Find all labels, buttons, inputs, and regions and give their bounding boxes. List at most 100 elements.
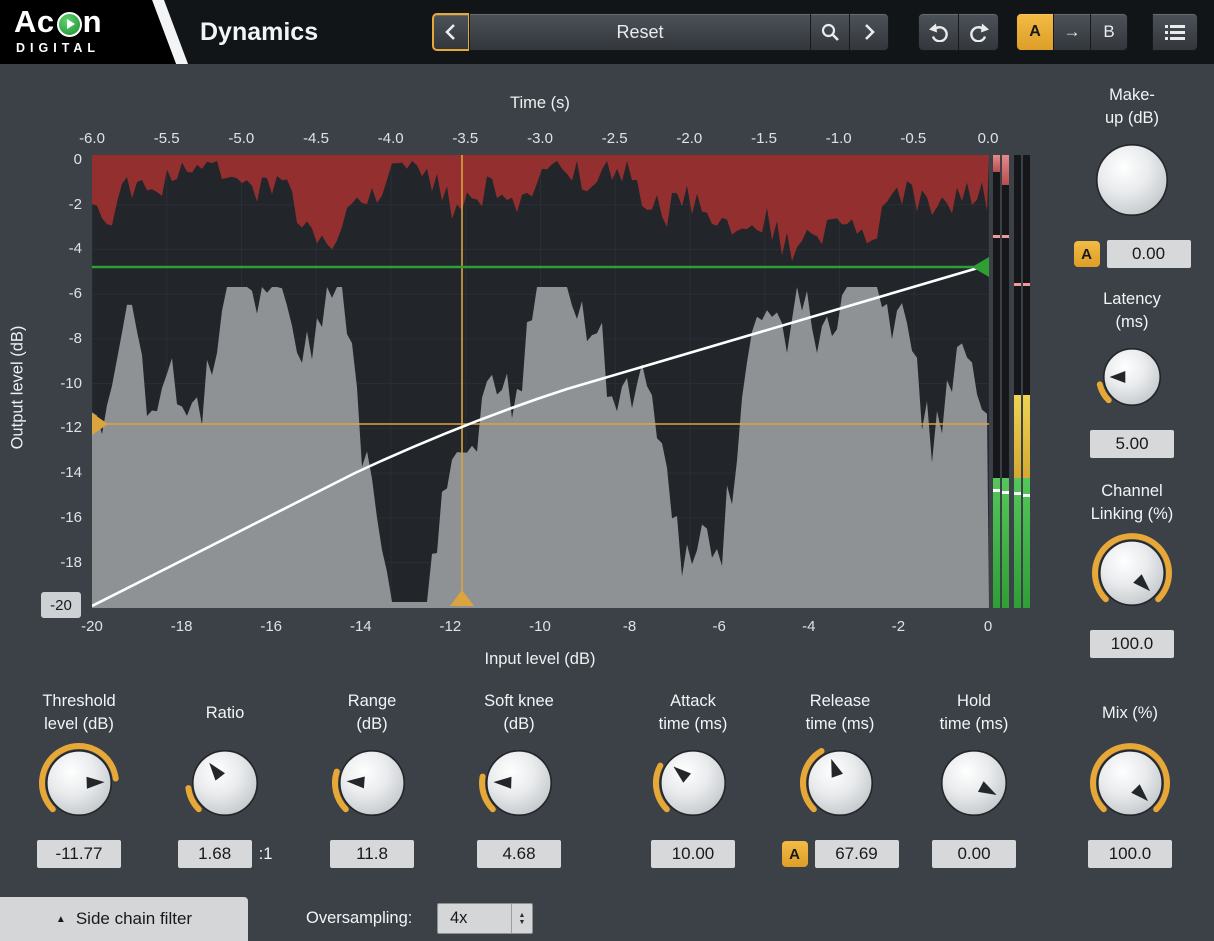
undo-icon bbox=[928, 23, 950, 42]
ab-copy-arrow-button[interactable]: → bbox=[1053, 13, 1091, 51]
makeup-value[interactable]: 0.00 bbox=[1107, 240, 1191, 268]
preset-prev-button[interactable] bbox=[432, 13, 470, 51]
output-ceiling-handle bbox=[972, 257, 989, 277]
undo-redo-group bbox=[918, 13, 999, 51]
release-control: Releasetime (ms) A 67.69 bbox=[770, 690, 910, 868]
range-control: Range(dB) 11.8 bbox=[302, 690, 442, 868]
release-knob[interactable] bbox=[799, 742, 881, 829]
meter-track bbox=[1014, 155, 1021, 608]
hold-value[interactable]: 0.00 bbox=[932, 840, 1016, 868]
tick-label: -18 bbox=[160, 618, 204, 635]
tick-label: -10 bbox=[28, 375, 82, 392]
side-chain-filter-button[interactable]: ▲ Side chain filter bbox=[0, 897, 248, 941]
input-axis-ticks: -20-18-16-14-12-10-8-6-4-20 bbox=[0, 618, 1214, 638]
tick-label: -20 bbox=[70, 618, 114, 635]
tick-label: -4.0 bbox=[369, 130, 413, 147]
preset-search-button[interactable] bbox=[810, 13, 850, 51]
release-automation-badge[interactable]: A bbox=[782, 841, 808, 867]
tick-label: -2.5 bbox=[593, 130, 637, 147]
tick-label: -4.5 bbox=[294, 130, 338, 147]
tick-label: -5.5 bbox=[145, 130, 189, 147]
tick-label: -2 bbox=[28, 196, 82, 213]
threshold-control: Thresholdlevel (dB) -11.77 bbox=[9, 690, 149, 868]
attack-knob[interactable] bbox=[652, 742, 734, 829]
makeup-automation-badge[interactable]: A bbox=[1074, 241, 1100, 267]
mix-knob[interactable] bbox=[1089, 742, 1171, 829]
tick-label: -1.0 bbox=[817, 130, 861, 147]
channel-linking-value[interactable]: 100.0 bbox=[1090, 630, 1174, 658]
preset-next-button[interactable] bbox=[849, 13, 889, 51]
ab-compare-group: A → B bbox=[1016, 13, 1128, 51]
release-value[interactable]: 67.69 bbox=[815, 840, 899, 868]
ab-b-button[interactable]: B bbox=[1090, 13, 1128, 51]
transfer-curve-canvas[interactable] bbox=[92, 155, 989, 608]
tick-label: -18 bbox=[28, 554, 82, 571]
menu-button[interactable] bbox=[1152, 13, 1198, 51]
ratio-value[interactable]: 1.68 bbox=[178, 840, 252, 868]
tick-label: -4 bbox=[28, 240, 82, 257]
preset-group: Reset bbox=[432, 13, 889, 51]
ratio-control: Ratio 1.68 :1 bbox=[155, 690, 295, 868]
page-title: Dynamics bbox=[200, 0, 318, 64]
hold-control: Holdtime (ms) 0.00 bbox=[904, 690, 1044, 868]
tick-label: -12 bbox=[428, 618, 472, 635]
input-axis-title: Input level (dB) bbox=[440, 650, 640, 669]
oversampling-value: 4x bbox=[438, 904, 511, 933]
tick-label: -5.0 bbox=[219, 130, 263, 147]
ab-a-button[interactable]: A bbox=[1016, 13, 1054, 51]
tick-label: -8 bbox=[608, 618, 652, 635]
redo-icon bbox=[968, 23, 990, 42]
makeup-label: Make-up (dB) bbox=[1105, 84, 1159, 130]
output-min-badge[interactable]: -20 bbox=[41, 592, 81, 618]
collapse-triangle-icon: ▲ bbox=[56, 914, 66, 925]
menu-group bbox=[1152, 13, 1198, 51]
output-axis-title: Output level (dB) bbox=[9, 308, 28, 468]
mix-control: Mix (%) 100.0 bbox=[1060, 690, 1200, 868]
latency-value[interactable]: 5.00 bbox=[1090, 430, 1174, 458]
ratio-suffix: :1 bbox=[259, 845, 273, 864]
latency-control: Latency(ms) 5.00 bbox=[1062, 288, 1202, 458]
dynamics-transfer-plot[interactable] bbox=[92, 155, 989, 608]
chevron-left-icon bbox=[443, 22, 459, 42]
list-menu-icon bbox=[1165, 24, 1185, 40]
tick-label: -2.0 bbox=[667, 130, 711, 147]
oversampling-label: Oversampling: bbox=[306, 903, 412, 934]
hold-knob[interactable] bbox=[933, 742, 1015, 829]
chevron-right-icon bbox=[861, 22, 877, 42]
oversampling-select[interactable]: 4x ▲▼ bbox=[437, 903, 533, 934]
redo-button[interactable] bbox=[958, 13, 999, 51]
ratio-knob[interactable] bbox=[184, 742, 266, 829]
soft-knee-value[interactable]: 4.68 bbox=[477, 840, 561, 868]
tick-label: 0 bbox=[28, 151, 82, 168]
meter-track bbox=[993, 155, 1000, 608]
soft-knee-knob[interactable] bbox=[478, 742, 560, 829]
undo-button[interactable] bbox=[918, 13, 959, 51]
makeup-knob[interactable] bbox=[1088, 136, 1176, 229]
latency-knob[interactable] bbox=[1095, 340, 1169, 419]
threshold-value[interactable]: -11.77 bbox=[37, 840, 121, 868]
meter-track bbox=[1023, 155, 1030, 608]
soft-knee-control: Soft knee(dB) 4.68 bbox=[449, 690, 589, 868]
tick-label: -0.5 bbox=[891, 130, 935, 147]
range-value[interactable]: 11.8 bbox=[330, 840, 414, 868]
tick-label: -2 bbox=[876, 618, 920, 635]
level-meters bbox=[993, 155, 1031, 608]
tick-label: -6 bbox=[697, 618, 741, 635]
attack-value[interactable]: 10.00 bbox=[651, 840, 735, 868]
range-knob[interactable] bbox=[331, 742, 413, 829]
latency-label: Latency(ms) bbox=[1103, 288, 1161, 334]
spinner-arrows-icon[interactable]: ▲▼ bbox=[511, 904, 532, 933]
tick-label: -1.5 bbox=[742, 130, 786, 147]
channel-linking-label: ChannelLinking (%) bbox=[1091, 480, 1174, 526]
tick-label: -16 bbox=[249, 618, 293, 635]
threshold-knob[interactable] bbox=[38, 742, 120, 829]
preset-name-button[interactable]: Reset bbox=[469, 13, 811, 51]
makeup-control: Make-up (dB) A 0.00 bbox=[1062, 84, 1202, 268]
attack-control: Attacktime (ms) 10.00 bbox=[623, 690, 763, 868]
search-icon bbox=[820, 22, 840, 42]
tick-label: 0.0 bbox=[966, 130, 1010, 147]
channel-linking-knob[interactable] bbox=[1091, 532, 1173, 619]
mix-value[interactable]: 100.0 bbox=[1088, 840, 1172, 868]
tick-label: 0 bbox=[966, 618, 1010, 635]
time-axis-title: Time (s) bbox=[440, 94, 640, 113]
